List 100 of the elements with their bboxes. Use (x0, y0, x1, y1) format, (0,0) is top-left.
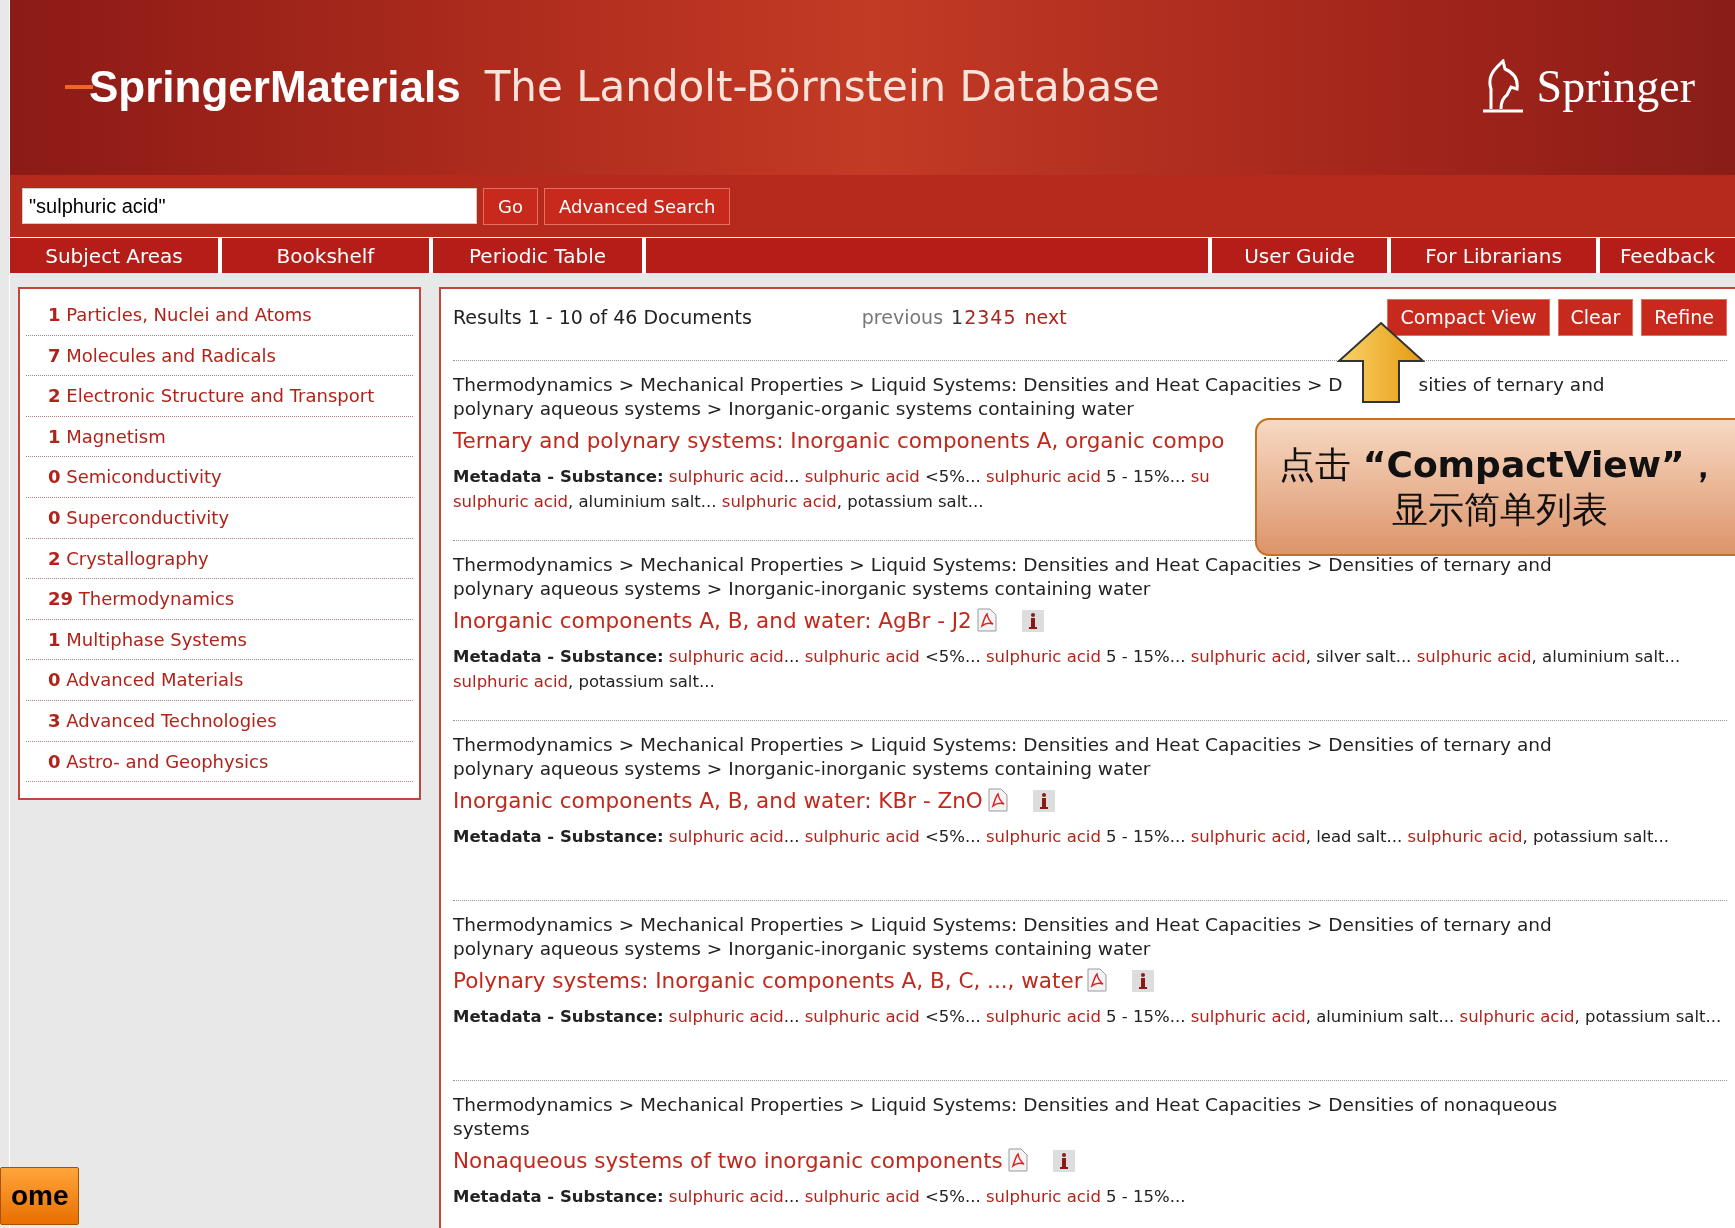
substance-link[interactable]: sulphuric acid (985, 1186, 1101, 1206)
document-title-link[interactable]: Inorganic components A, B, and water: AgBr - J2 (453, 607, 972, 633)
info-icon[interactable] (1052, 1149, 1075, 1172)
substance-link[interactable]: sulphuric acid (1407, 826, 1523, 846)
substance-link[interactable]: sulphuric acid (804, 826, 920, 846)
metadata-text: <5%... (923, 826, 982, 846)
next-link[interactable]: next (1024, 303, 1067, 332)
substance-link[interactable]: sulphuric acid (1190, 826, 1306, 846)
metadata-text: <5%... (923, 646, 982, 666)
pdf-file-icon[interactable] (986, 787, 1009, 812)
substance-link[interactable]: sulphuric acid (721, 491, 837, 511)
sidebar-item[interactable]: 29 Thermodynamics (26, 579, 413, 620)
publisher-logo-text[interactable]: Springer (1536, 52, 1695, 121)
substance-link[interactable]: sulphuric acid (804, 646, 920, 666)
info-icon[interactable] (1021, 609, 1044, 632)
info-icon[interactable] (1032, 789, 1055, 812)
document-title-link[interactable]: Inorganic components A, B, and water: KBr - ZnO (453, 787, 983, 813)
sidebar-item[interactable]: 7 Molecules and Radicals (26, 335, 413, 377)
page-link[interactable]: 4 (990, 303, 1003, 332)
metadata-text: ... (783, 1186, 801, 1206)
corner-button[interactable]: ome (0, 1167, 79, 1225)
action-button[interactable]: Compact View (1387, 299, 1550, 336)
metadata-text: ... (783, 466, 801, 486)
breadcrumb-text: polynary aqueous systems > Inorganic-inorganic systems containing water (453, 936, 1151, 961)
metadata-text: <5%... (923, 1186, 982, 1206)
substance-link[interactable]: sulphuric acid (985, 466, 1101, 486)
substance-link[interactable]: sulphuric acid (985, 826, 1101, 846)
metadata-text: , aluminium salt... (1531, 646, 1682, 666)
metadata-text: , potassium salt... (836, 491, 984, 511)
metadata-text: 5 - 15%... (1105, 1186, 1186, 1206)
document-title-link[interactable]: Polynary systems: Inorganic components A, B, C, ..., water (453, 967, 1083, 993)
go-button[interactable]: Go (483, 187, 538, 225)
advanced-search-button[interactable]: Advanced Search (543, 187, 731, 225)
metadata-text: ... (783, 826, 801, 846)
sidebar-item[interactable]: 0 Astro- and Geophysics (26, 741, 413, 783)
nav-tab[interactable]: Periodic Table (433, 238, 642, 273)
substance-link[interactable]: sulphuric acid (668, 646, 784, 666)
sidebar-item[interactable]: 2 Crystallography (26, 538, 413, 580)
metadata-label: Metadata - Substance: (453, 1186, 664, 1206)
substance-link[interactable]: sulphuric acid (1190, 1006, 1306, 1026)
substance-link[interactable]: sulphuric acid (668, 1006, 784, 1026)
metadata-label: Metadata - Substance: (453, 826, 664, 846)
pdf-file-icon[interactable] (1006, 1147, 1029, 1172)
substance-link[interactable]: sulphuric acid (1459, 1006, 1575, 1026)
metadata-text: 5 - 15%... (1105, 466, 1187, 486)
metadata-text: , lead salt... (1305, 826, 1404, 846)
substance-link[interactable]: sulphuric acid (668, 826, 784, 846)
metadata-text: , aluminium salt... (567, 491, 718, 511)
metadata-text: 5 - 15%... (1105, 1006, 1187, 1026)
document-title-link[interactable]: Ternary and polynary systems: Inorganic components A, organic compo (453, 427, 1225, 453)
action-button[interactable]: Clear (1557, 299, 1634, 336)
pdf-file-icon[interactable] (975, 607, 998, 632)
breadcrumb-text: systems (453, 1116, 530, 1141)
nav-tab[interactable]: User Guide (1212, 238, 1387, 273)
pdf-file-icon[interactable] (1086, 967, 1109, 992)
breadcrumb-text: Thermodynamics > Mechanical Properties > Liquid Systems: Densities and Heat Capacities > Densities of ternary and (453, 912, 1552, 937)
metadata-text: <5%... (923, 1006, 982, 1026)
metadata-text: , potassium salt... (1522, 826, 1670, 846)
breadcrumb-text: polynary aqueous systems > Inorganic-inorganic systems containing water (453, 756, 1151, 781)
nav-tab[interactable]: Feedback (1600, 238, 1735, 273)
metadata-text: ... (783, 646, 801, 666)
document-title-link[interactable]: Nonaqueous systems of two inorganic components (453, 1147, 1003, 1173)
substance-link[interactable]: sulphuric acid (1190, 646, 1306, 666)
action-button[interactable]: Refine (1641, 299, 1727, 336)
sidebar-item[interactable]: 1 Multiphase Systems (26, 619, 413, 661)
metadata-label: Metadata - Substance: (453, 1006, 664, 1026)
previous-link[interactable]: previous (861, 303, 944, 332)
metadata-text: , potassium salt... (1574, 1006, 1722, 1026)
sidebar-item[interactable]: 0 Superconductivity (26, 497, 413, 539)
brand-logo-text[interactable]: SpringerMaterials (89, 64, 461, 109)
sidebar-item[interactable]: 0 Semiconductivity (26, 457, 413, 498)
sidebar-item[interactable]: 1 Magnetism (26, 416, 413, 458)
metadata-label: Metadata - Substance: (453, 466, 664, 486)
metadata-text: , potassium salt... (567, 671, 715, 691)
nav-tab[interactable]: Subject Areas (10, 238, 218, 273)
sidebar-item[interactable]: 2 Electronic Structure and Transport (26, 376, 413, 417)
page-link[interactable]: 1 (951, 303, 964, 332)
substance-link[interactable]: sulphuric acid (668, 466, 784, 486)
substance-link[interactable]: sulphuric acid (668, 1186, 784, 1206)
substance-link[interactable]: sulphuric acid (804, 1186, 920, 1206)
nav-tab[interactable]: For Librarians (1391, 238, 1596, 273)
substance-link[interactable]: sulphuric acid (985, 1006, 1101, 1026)
info-icon[interactable] (1132, 969, 1155, 992)
nav-tab[interactable]: Bookshelf (222, 238, 429, 273)
substance-link[interactable]: sulphuric acid (1416, 646, 1532, 666)
substance-link[interactable]: sulphuric acid (453, 671, 568, 691)
callout-text: 显示简单列表 (1392, 488, 1608, 532)
page-link[interactable]: 3 (977, 303, 990, 332)
page-link[interactable]: 5 (1003, 303, 1016, 332)
search-field[interactable]: "sulphuric acid" (22, 188, 477, 224)
page-link[interactable]: 2 (964, 303, 977, 332)
sidebar-item[interactable]: 0 Advanced Materials (26, 660, 413, 701)
sidebar-item[interactable]: 3 Advanced Technologies (26, 700, 413, 742)
substance-link[interactable]: sulphuric acid (453, 491, 568, 511)
substance-link[interactable]: sulphuric acid (804, 1006, 920, 1026)
substance-link[interactable]: su (1190, 466, 1210, 486)
sidebar-item[interactable]: 1 Particles, Nuclei and Atoms (26, 295, 413, 336)
substance-link[interactable]: sulphuric acid (804, 466, 920, 486)
results-summary: Results 1 - 10 of 46 Documents (453, 305, 752, 330)
substance-link[interactable]: sulphuric acid (985, 646, 1101, 666)
